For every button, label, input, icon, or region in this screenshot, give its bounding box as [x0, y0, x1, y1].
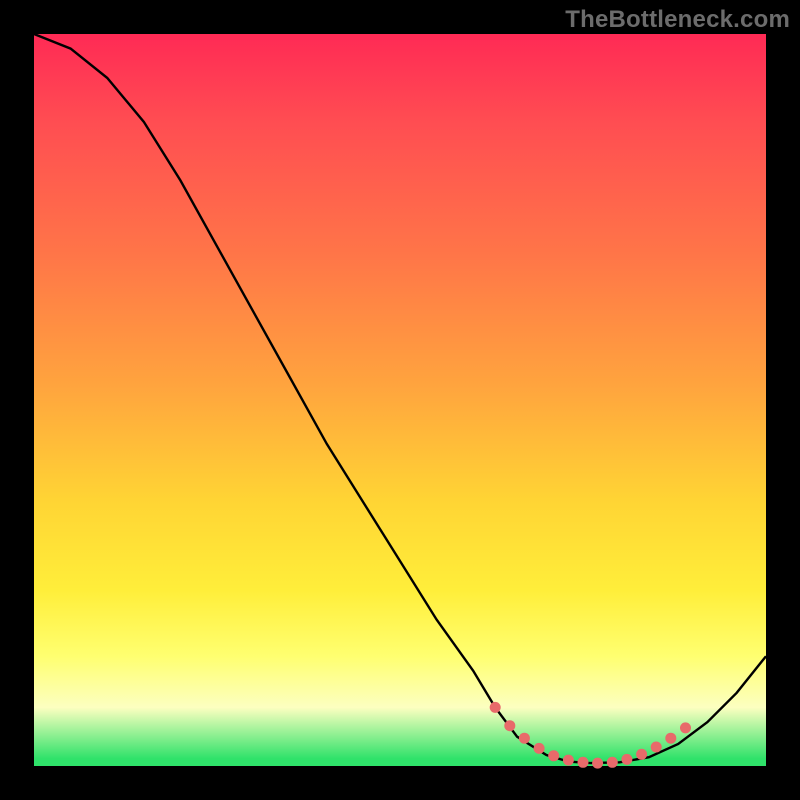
highlight-dot: [665, 733, 676, 744]
highlight-dot: [636, 749, 647, 760]
highlight-dot: [651, 742, 662, 753]
highlight-dot: [607, 757, 618, 768]
highlight-dot: [621, 754, 632, 765]
watermark-text: TheBottleneck.com: [565, 6, 790, 34]
highlight-dot: [578, 757, 589, 768]
chart-frame: TheBottleneck.com: [0, 0, 800, 800]
highlight-dot: [548, 750, 559, 761]
highlight-dot: [490, 702, 501, 713]
highlight-dot: [563, 755, 574, 766]
highlight-dot: [504, 720, 515, 731]
highlight-dot: [534, 743, 545, 754]
highlight-dot: [519, 733, 530, 744]
highlight-dot: [592, 758, 603, 769]
chart-svg: [34, 34, 766, 766]
plot-area: [34, 34, 766, 766]
highlight-dots: [490, 702, 691, 769]
highlight-dot: [680, 722, 691, 733]
bottleneck-curve: [34, 34, 766, 763]
